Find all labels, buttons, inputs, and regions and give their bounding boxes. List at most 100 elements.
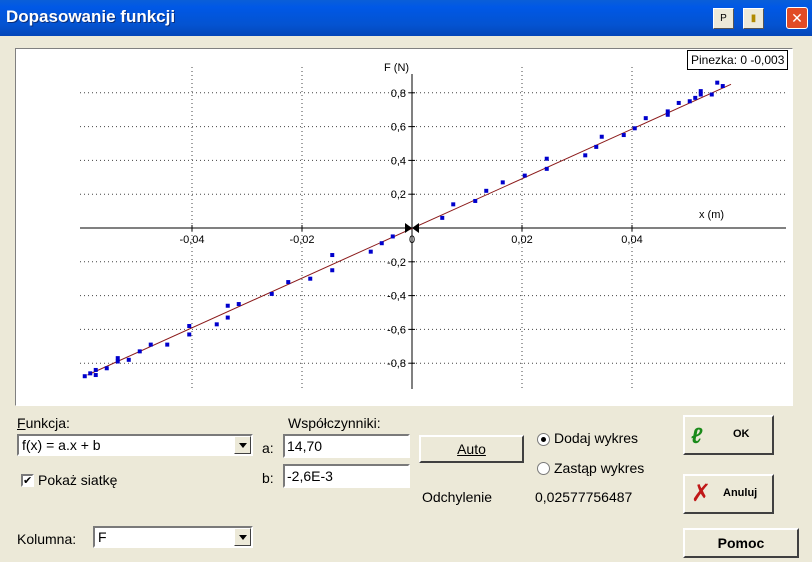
auto-button-label: Auto	[457, 441, 486, 457]
data-point	[115, 356, 120, 361]
auto-button[interactable]: Auto	[419, 435, 524, 463]
plot-area[interactable]: -0,04 -0,02 0 0,02 0,04 0,8 0,6 0,4 0,2 -0,2 -0,4 -…	[15, 48, 793, 406]
data-point	[88, 371, 93, 376]
data-point	[390, 234, 395, 239]
dodaj-wykres-label: Dodaj wykres	[554, 430, 639, 446]
data-point	[286, 280, 291, 285]
data-point	[440, 215, 445, 220]
window-title: Dopasowanie funkcji	[6, 7, 176, 26]
title-bar: Dopasowanie funkcji P ▮ ✕	[0, 0, 812, 36]
pokaz-siatke-label: Pokaż siatkę	[38, 472, 118, 488]
x-tick-label: -0,02	[289, 234, 314, 246]
chevron-down-icon[interactable]	[234, 436, 251, 454]
data-point	[82, 374, 87, 379]
data-point	[187, 332, 192, 337]
data-point	[720, 84, 725, 89]
data-point	[236, 302, 241, 307]
x-tick-label: 0	[409, 234, 415, 246]
odchylenie-label: Odchylenie	[422, 489, 493, 505]
data-point	[544, 156, 549, 161]
data-point	[500, 180, 505, 185]
pokaz-siatke-checkbox[interactable]: ✔	[21, 474, 34, 487]
data-point	[104, 366, 109, 371]
zastap-wykres-radio[interactable]	[537, 462, 550, 475]
y-tick-label: -0,2	[387, 257, 406, 269]
funkcja-label-text: unkcja:	[25, 415, 70, 431]
zastap-wykres-label: Zastąp wykres	[554, 460, 645, 476]
data-point	[330, 253, 335, 258]
data-point	[165, 342, 170, 347]
y-tick-label: 0,4	[391, 155, 406, 167]
a-label: a:	[262, 440, 274, 456]
data-point	[93, 373, 98, 378]
check-icon: ℓ	[691, 423, 703, 448]
funkcja-select[interactable]: f(x) = a.x + b	[17, 434, 253, 456]
chevron-down-icon[interactable]	[234, 528, 251, 546]
data-point	[137, 349, 142, 354]
kolumna-label: Kolumna:	[17, 531, 77, 547]
fit-chart: -0,04 -0,02 0 0,02 0,04 0,8 0,6 0,4 0,2 -0,2 -0,4 -…	[80, 62, 786, 389]
b-field[interactable]: -2,6E-3	[283, 464, 410, 488]
funkcja-value: f(x) = a.x + b	[22, 437, 101, 453]
x-tick-label: -0,04	[179, 234, 204, 246]
data-point	[187, 324, 192, 329]
pin-readout: Pinezka: 0 -0,003	[687, 50, 789, 70]
data-point	[473, 198, 478, 203]
data-point	[93, 367, 98, 372]
data-point	[451, 202, 456, 207]
data-point	[594, 144, 599, 149]
data-point	[643, 116, 648, 121]
ok-button[interactable]: ℓ OK	[683, 415, 774, 455]
x-tick-label: 0,04	[621, 234, 642, 246]
b-label: b:	[262, 470, 274, 486]
kolumna-select[interactable]: F	[93, 526, 253, 548]
kolumna-value: F	[98, 529, 107, 545]
data-point	[698, 92, 703, 97]
pomoc-label: Pomoc	[717, 535, 765, 551]
data-point	[665, 109, 670, 114]
data-point	[544, 166, 549, 171]
pomoc-button[interactable]: Pomoc	[683, 528, 799, 558]
data-point	[709, 92, 714, 97]
funkcja-label: Funkcja:	[17, 415, 70, 431]
y-tick-label: 0,2	[391, 189, 406, 201]
anuluj-label: Anuluj	[723, 487, 758, 499]
data-point	[676, 100, 681, 105]
y-axis-label: F (N)	[384, 62, 409, 74]
x-axis-label: x (m)	[699, 209, 724, 221]
p-button[interactable]: P	[713, 8, 734, 29]
pin-icon: ▮	[750, 13, 757, 24]
y-tick-label: -0,8	[387, 358, 406, 370]
data-point	[126, 357, 131, 362]
y-tick-label: -0,6	[387, 324, 406, 336]
data-point	[599, 134, 604, 139]
y-tick-label: -0,4	[387, 291, 406, 303]
ok-label: OK	[733, 428, 750, 440]
data-point	[214, 322, 219, 327]
data-point	[583, 153, 588, 158]
data-point	[715, 80, 720, 85]
data-point	[225, 303, 230, 308]
pin-button[interactable]: ▮	[743, 8, 764, 29]
data-point	[522, 173, 527, 178]
data-point	[225, 315, 230, 320]
data-point	[368, 249, 373, 254]
data-point	[330, 268, 335, 273]
data-point	[632, 126, 637, 131]
data-point	[621, 133, 626, 138]
a-field[interactable]: 14,70	[283, 434, 410, 458]
data-point	[148, 342, 153, 347]
data-point	[687, 99, 692, 104]
x-tick-label: 0,02	[511, 234, 532, 246]
odchylenie-value: 0,02577756487	[535, 489, 633, 505]
y-tick-label: 0,8	[391, 88, 406, 100]
y-tick-label: 0,6	[391, 122, 406, 134]
cross-icon: ✗	[691, 480, 712, 507]
wspolczynniki-label: Współczynniki:	[288, 415, 381, 431]
dodaj-wykres-radio[interactable]	[537, 433, 550, 446]
close-button[interactable]: ✕	[786, 7, 808, 29]
anuluj-button[interactable]: ✗ Anuluj	[683, 474, 774, 514]
data-point	[308, 276, 313, 281]
data-point	[269, 291, 274, 296]
data-point	[484, 188, 489, 193]
